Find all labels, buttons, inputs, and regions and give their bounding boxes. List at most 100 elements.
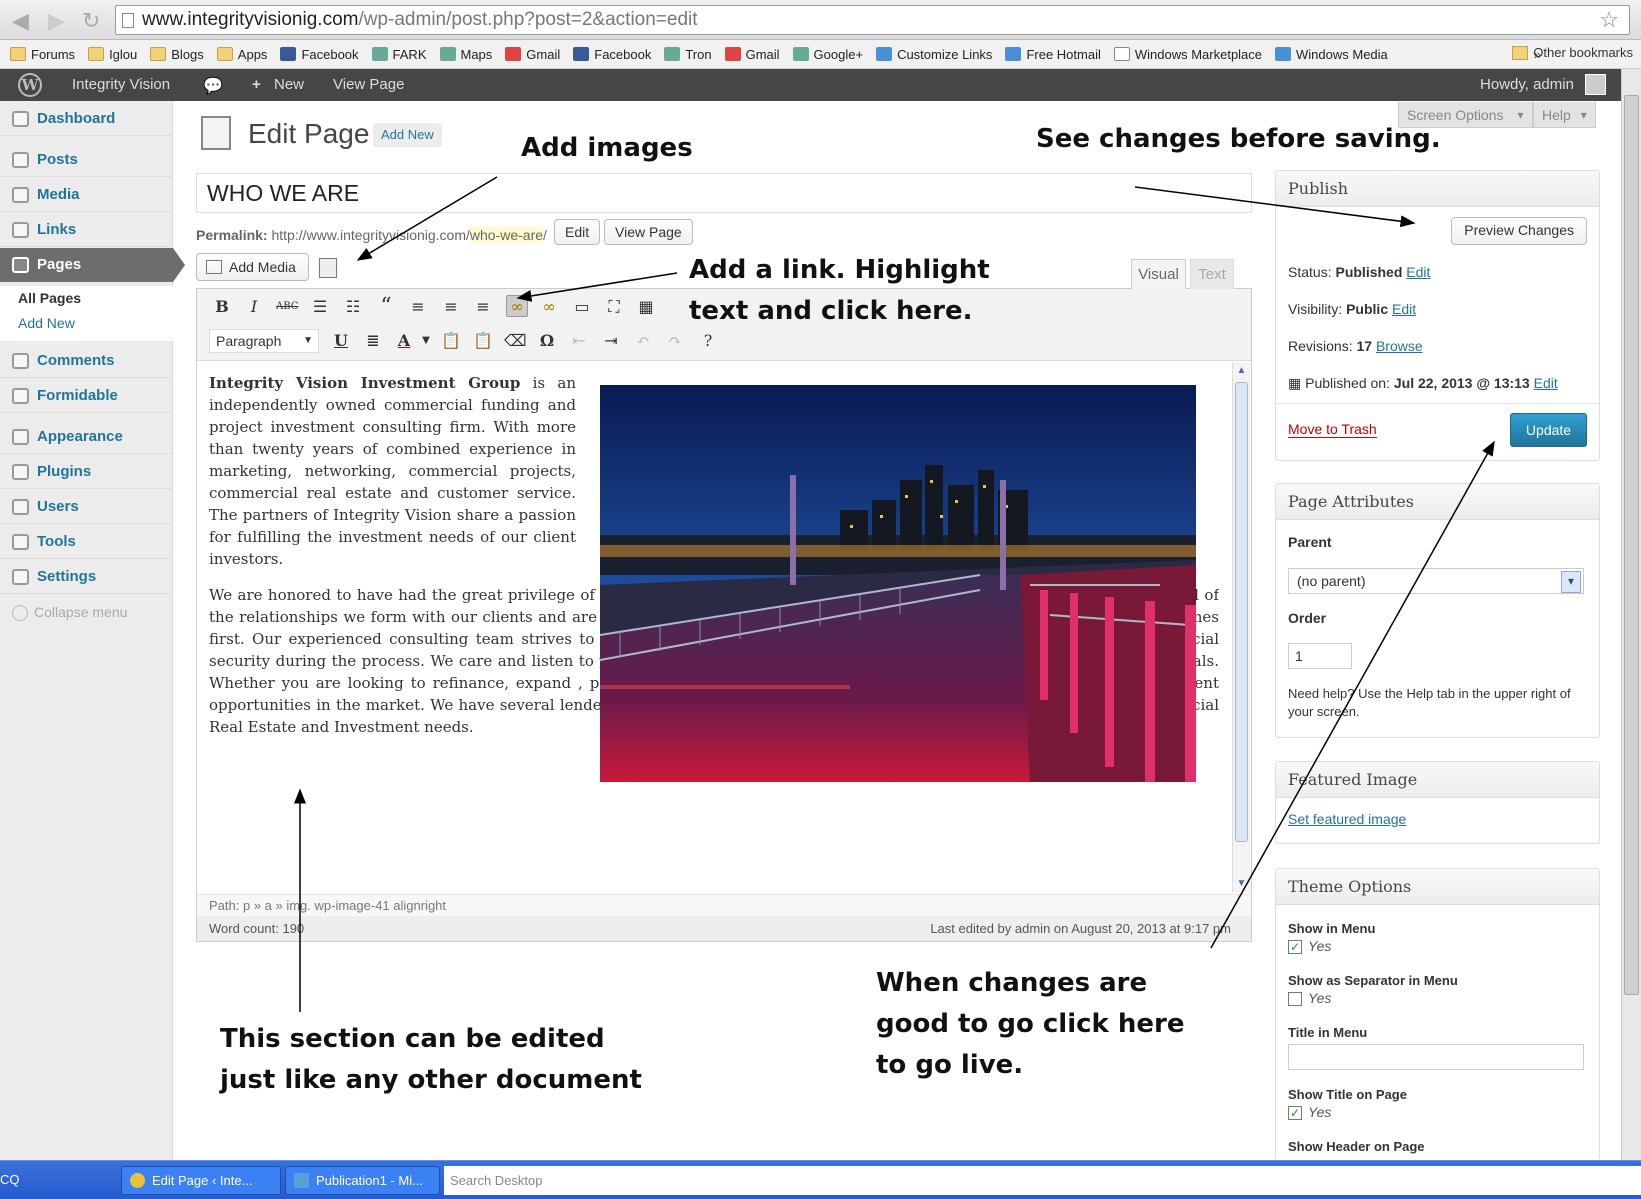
bookmark-item[interactable]: Facebook <box>280 47 359 62</box>
sidebar-item-posts[interactable]: Posts <box>0 143 173 177</box>
bookmark-item[interactable]: Forums <box>10 47 75 62</box>
fullscreen-icon[interactable]: ⛶ <box>603 296 625 318</box>
paragraph-format-select[interactable]: Paragraph <box>209 329 319 353</box>
sidebar-item-users[interactable]: Users <box>0 490 173 524</box>
numbered-list-icon[interactable]: ☷ <box>342 296 364 318</box>
icq-label[interactable]: CQ <box>0 1172 20 1187</box>
scroll-up-icon[interactable]: ▲ <box>1235 364 1248 377</box>
bookmark-item[interactable]: Windows Media <box>1275 47 1388 62</box>
bullet-list-icon[interactable]: ☰ <box>309 296 331 318</box>
italic-icon[interactable]: I <box>243 296 265 318</box>
comments-icon[interactable]: 💬 <box>203 76 223 96</box>
more-tag-icon[interactable]: ▭ <box>571 296 593 318</box>
sidebar-item-media[interactable]: Media <box>0 178 173 212</box>
other-bookmarks[interactable]: Other bookmarks <box>1512 45 1633 60</box>
bookmark-item[interactable]: Windows Marketplace <box>1113 47 1262 62</box>
bookmark-item[interactable]: Blogs <box>150 47 204 62</box>
address-bar[interactable]: www.integrityvisionig.com/wp-admin/post.… <box>115 5 1630 35</box>
bold-icon[interactable]: B <box>211 296 233 318</box>
submenu-all-pages[interactable]: All Pages <box>18 286 173 311</box>
revisions-browse-link[interactable]: Browse <box>1376 338 1423 354</box>
scroll-down-icon[interactable]: ▼ <box>1235 877 1248 890</box>
insert-link-icon[interactable]: ∞ <box>506 295 528 317</box>
add-new-button[interactable]: Add New <box>373 123 442 147</box>
new-content-link[interactable]: New <box>274 76 304 93</box>
preview-changes-button[interactable]: Preview Changes <box>1451 217 1587 245</box>
wordpress-logo-icon[interactable]: W <box>18 73 42 97</box>
howdy-link[interactable]: Howdy, admin <box>1480 76 1574 93</box>
taskbar-chrome-edit-page[interactable]: Edit Page ‹ Inte... <box>121 1166 281 1195</box>
underline-icon[interactable]: U <box>330 330 352 352</box>
bookmark-item[interactable]: Tron <box>664 47 712 62</box>
bookmark-item[interactable]: FARK <box>371 47 427 62</box>
city-night-photo[interactable] <box>600 385 1196 782</box>
site-name-link[interactable]: Integrity Vision <box>72 76 170 93</box>
reload-icon[interactable]: ↻ <box>82 8 100 34</box>
bookmark-item[interactable]: Maps <box>439 47 492 62</box>
sidebar-item-appearance[interactable]: Appearance <box>0 420 173 454</box>
editor-content[interactable]: Integrity Vision Investment Group is an … <box>209 372 1219 884</box>
submenu-add-new[interactable]: Add New <box>18 311 173 336</box>
chevron-down-icon[interactable]: ▼ <box>415 330 437 352</box>
strikethrough-icon[interactable]: ABC <box>276 296 298 318</box>
blockquote-icon[interactable]: “ <box>375 296 397 318</box>
page-scrollbar[interactable] <box>1621 69 1641 1160</box>
tab-text[interactable]: Text <box>1190 259 1234 289</box>
move-to-trash-link[interactable]: Move to Trash <box>1288 421 1377 438</box>
outdent-icon[interactable]: ⇤ <box>568 330 590 352</box>
taskbar-publication[interactable]: Publication1 - Mi... <box>285 1166 440 1195</box>
redo-icon[interactable]: ↷ <box>664 330 686 352</box>
title-in-menu-input[interactable] <box>1288 1044 1584 1070</box>
bookmark-item[interactable]: Gmail <box>724 47 780 62</box>
avatar[interactable] <box>1585 74 1606 95</box>
unlink-icon[interactable]: ∞ <box>538 296 560 318</box>
help-button[interactable]: Help <box>1533 102 1596 128</box>
text-color-icon[interactable]: A <box>393 330 415 352</box>
editor-scrollbar[interactable]: ▲ ▼ <box>1232 362 1250 892</box>
update-button[interactable]: Update <box>1510 413 1587 447</box>
indent-icon[interactable]: ⇥ <box>600 330 622 352</box>
show-in-menu-checkbox[interactable]: ✓ <box>1288 940 1302 954</box>
view-page-button[interactable]: View Page <box>604 219 693 245</box>
sidebar-item-formidable[interactable]: Formidable <box>0 379 173 413</box>
parent-select[interactable]: (no parent) <box>1288 568 1584 594</box>
post-title-input[interactable]: WHO WE ARE <box>196 173 1252 213</box>
permalink-slug[interactable]: who-we-are <box>469 227 544 243</box>
back-icon[interactable]: ◀ <box>12 8 29 34</box>
tab-visual[interactable]: Visual <box>1131 259 1186 289</box>
scrollbar-thumb[interactable] <box>1624 95 1639 995</box>
editor-scroll-thumb[interactable] <box>1235 382 1248 842</box>
align-left-icon[interactable]: ≡ <box>407 296 429 318</box>
sidebar-item-links[interactable]: Links <box>0 213 173 247</box>
justify-icon[interactable]: ≣ <box>362 330 384 352</box>
special-character-icon[interactable]: Ω <box>536 330 558 352</box>
sidebar-item-comments[interactable]: Comments <box>0 344 173 378</box>
bookmark-item[interactable]: Facebook <box>573 47 651 62</box>
bookmark-item[interactable]: Customize Links <box>876 47 992 62</box>
view-page-link[interactable]: View Page <box>333 76 404 93</box>
kitchen-sink-icon[interactable]: ▦ <box>635 296 657 318</box>
star-icon[interactable]: ☆ <box>1599 6 1619 34</box>
sidebar-item-tools[interactable]: Tools <box>0 525 173 559</box>
align-center-icon[interactable]: ≡ <box>440 296 462 318</box>
sidebar-item-plugins[interactable]: Plugins <box>0 455 173 489</box>
show-title-checkbox[interactable]: ✓ <box>1288 1106 1302 1120</box>
sidebar-item-dashboard[interactable]: Dashboard <box>0 102 173 136</box>
order-input[interactable]: 1 <box>1288 643 1352 669</box>
paste-text-icon[interactable]: 📋 <box>440 330 462 352</box>
align-right-icon[interactable]: ≡ <box>472 296 494 318</box>
formidable-insert-icon[interactable] <box>319 258 337 278</box>
paste-word-icon[interactable]: 📋 <box>472 330 494 352</box>
undo-icon[interactable]: ↶ <box>632 330 654 352</box>
permalink-edit-button[interactable]: Edit <box>554 219 601 245</box>
clear-formatting-icon[interactable]: ⌫ <box>504 330 527 352</box>
sidebar-item-pages[interactable]: Pages <box>0 248 185 282</box>
published-on-edit-link[interactable]: Edit <box>1534 375 1558 391</box>
help-icon[interactable]: ? <box>697 330 719 352</box>
status-edit-link[interactable]: Edit <box>1406 264 1430 280</box>
bookmark-item[interactable]: Gmail <box>505 47 560 62</box>
add-media-button[interactable]: Add Media <box>196 253 309 281</box>
bookmark-item[interactable]: Google+ <box>792 47 863 62</box>
show-separator-checkbox[interactable] <box>1288 992 1302 1006</box>
bookmark-item[interactable]: Apps <box>216 47 267 62</box>
